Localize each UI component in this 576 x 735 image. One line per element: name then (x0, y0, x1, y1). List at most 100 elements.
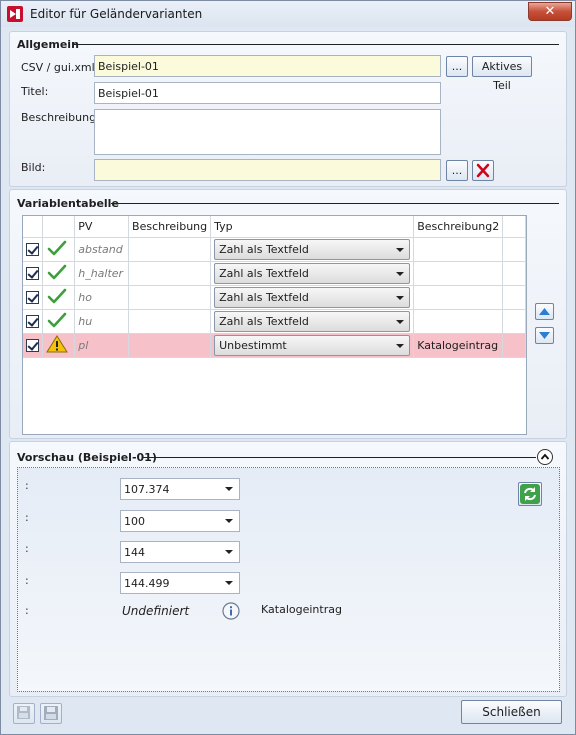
column-header-filler (502, 216, 526, 238)
table-row[interactable]: ho Zahl als Textfeld (23, 285, 526, 310)
beschreibung-input[interactable] (94, 109, 441, 155)
row-beschreibung2[interactable] (413, 309, 504, 334)
move-down-button[interactable] (535, 327, 554, 344)
csv-input[interactable]: Beispiel-01 (94, 55, 441, 77)
row-pv[interactable]: hu (74, 309, 130, 334)
check-icon (48, 312, 67, 327)
csv-label: CSV / gui.xml: (21, 61, 99, 74)
column-header-check (23, 216, 44, 238)
row-beschreibung[interactable] (128, 261, 212, 286)
row-checkbox[interactable] (26, 242, 39, 256)
check-icon (48, 240, 67, 255)
row-checkbox[interactable] (26, 338, 39, 352)
preview-value-select[interactable]: 144 (120, 541, 240, 563)
preview-undefined-value: Undefiniert (122, 604, 190, 618)
window-title: Editor für Geländervarianten (30, 7, 203, 21)
row-pv[interactable]: ho (74, 285, 130, 310)
variablentabelle-header: Variablentabelle (17, 197, 119, 210)
row-beschreibung[interactable] (128, 237, 212, 262)
row-typ-value: Zahl als Textfeld (219, 314, 309, 328)
row-typ-value: Unbestimmt (219, 338, 287, 352)
row-pv[interactable]: h_halter (74, 261, 130, 286)
row-beschreibung[interactable] (128, 309, 212, 334)
titel-label: Titel: (21, 85, 49, 98)
chevron-down-icon (225, 550, 233, 554)
row-typ-select[interactable]: Zahl als Textfeld (214, 262, 411, 284)
info-icon[interactable] (222, 602, 240, 620)
close-button[interactable]: Schließen (461, 700, 562, 724)
csv-browse-button[interactable]: ... (446, 56, 468, 77)
preview-row-label: : (25, 604, 29, 617)
row-typ-select[interactable]: Zahl als Textfeld (214, 286, 411, 308)
row-beschreibung2[interactable] (413, 261, 504, 286)
table-row[interactable]: abstand Zahl als Textfeld (23, 237, 526, 262)
row-checkbox[interactable] (26, 290, 39, 304)
row-typ-value: Zahl als Textfeld (219, 266, 309, 280)
row-checkbox[interactable] (26, 314, 39, 328)
preview-value-select[interactable]: 107.374 (120, 478, 240, 500)
chevron-down-icon (225, 519, 233, 523)
vorschau-divider (142, 457, 536, 458)
check-icon (48, 288, 67, 303)
warning-icon (46, 334, 69, 352)
bild-input[interactable] (94, 159, 441, 181)
column-header-typ[interactable]: Typ (210, 216, 415, 238)
dialog-body: Allgemein CSV / gui.xml: Beispiel-01 ...… (7, 27, 569, 730)
row-beschreibung2[interactable] (413, 237, 504, 262)
row-pv[interactable]: abstand (74, 237, 130, 262)
column-header-status (42, 216, 76, 238)
preview-area (17, 467, 560, 692)
row-beschreibung[interactable] (128, 285, 212, 310)
row-typ-value: Zahl als Textfeld (219, 290, 309, 304)
table-header-row: PV Beschreibung Typ Beschreibung2 (23, 216, 526, 238)
refresh-button[interactable] (518, 482, 542, 506)
preview-row-label: : (25, 511, 29, 524)
row-checkbox[interactable] (26, 266, 39, 280)
allgemein-divider (73, 44, 559, 45)
variablentabelle-divider (111, 203, 559, 204)
save-button (40, 703, 62, 724)
collapse-button[interactable] (537, 449, 553, 465)
arrow-down-icon (539, 332, 550, 339)
editor-window: Editor für Geländervarianten ✕ Allgemein… (0, 0, 576, 735)
preview-row-label: : (25, 479, 29, 492)
vorschau-header: Vorschau (Beispiel-01) (17, 451, 157, 464)
chevron-down-icon (396, 295, 405, 300)
beschreibung-label: Beschreibung: (21, 111, 100, 124)
save-as-icon (17, 706, 30, 719)
preview-value-select[interactable]: 144.499 (120, 572, 240, 594)
preview-row-label: : (25, 542, 29, 555)
chevron-down-icon (396, 319, 405, 324)
titel-input[interactable]: Beispiel-01 (94, 82, 441, 104)
move-up-button[interactable] (535, 303, 554, 320)
aktives-teil-button[interactable]: Aktives Teil (472, 56, 532, 92)
preview-value: 100 (124, 515, 145, 528)
bild-delete-button[interactable] (472, 160, 494, 181)
bild-browse-button[interactable]: ... (446, 160, 468, 181)
table-row[interactable]: hu Zahl als Textfeld (23, 309, 526, 334)
row-beschreibung[interactable] (128, 333, 212, 358)
row-beschreibung2[interactable]: Katalogeintrag (413, 333, 504, 358)
chevron-down-icon (396, 271, 405, 276)
chevron-down-icon (225, 581, 233, 585)
window-close-button[interactable]: ✕ (528, 2, 572, 21)
preview-note: Katalogeintrag (261, 603, 342, 616)
preview-row-label: : (25, 574, 29, 587)
chevron-up-icon (540, 453, 550, 460)
row-typ-select[interactable]: Zahl als Textfeld (214, 238, 411, 260)
column-header-beschreibung2[interactable]: Beschreibung2 (413, 216, 504, 238)
row-typ-select[interactable]: Zahl als Textfeld (214, 310, 411, 332)
refresh-icon (520, 484, 540, 504)
chevron-down-icon (396, 247, 405, 252)
preview-value: 144.499 (124, 577, 170, 590)
preview-value: 144 (124, 546, 145, 559)
column-header-beschreibung[interactable]: Beschreibung (128, 216, 212, 238)
row-pv[interactable]: pl (74, 333, 130, 358)
preview-value-select[interactable]: 100 (120, 510, 240, 532)
row-typ-select[interactable]: Unbestimmt (214, 334, 411, 356)
variable-table: PV Beschreibung Typ Beschreibung2 abstan… (22, 215, 527, 435)
table-row[interactable]: pl Unbestimmt Katalogeintrag (23, 333, 526, 358)
table-row[interactable]: h_halter Zahl als Textfeld (23, 261, 526, 286)
column-header-pv[interactable]: PV (74, 216, 130, 238)
row-beschreibung2[interactable] (413, 285, 504, 310)
